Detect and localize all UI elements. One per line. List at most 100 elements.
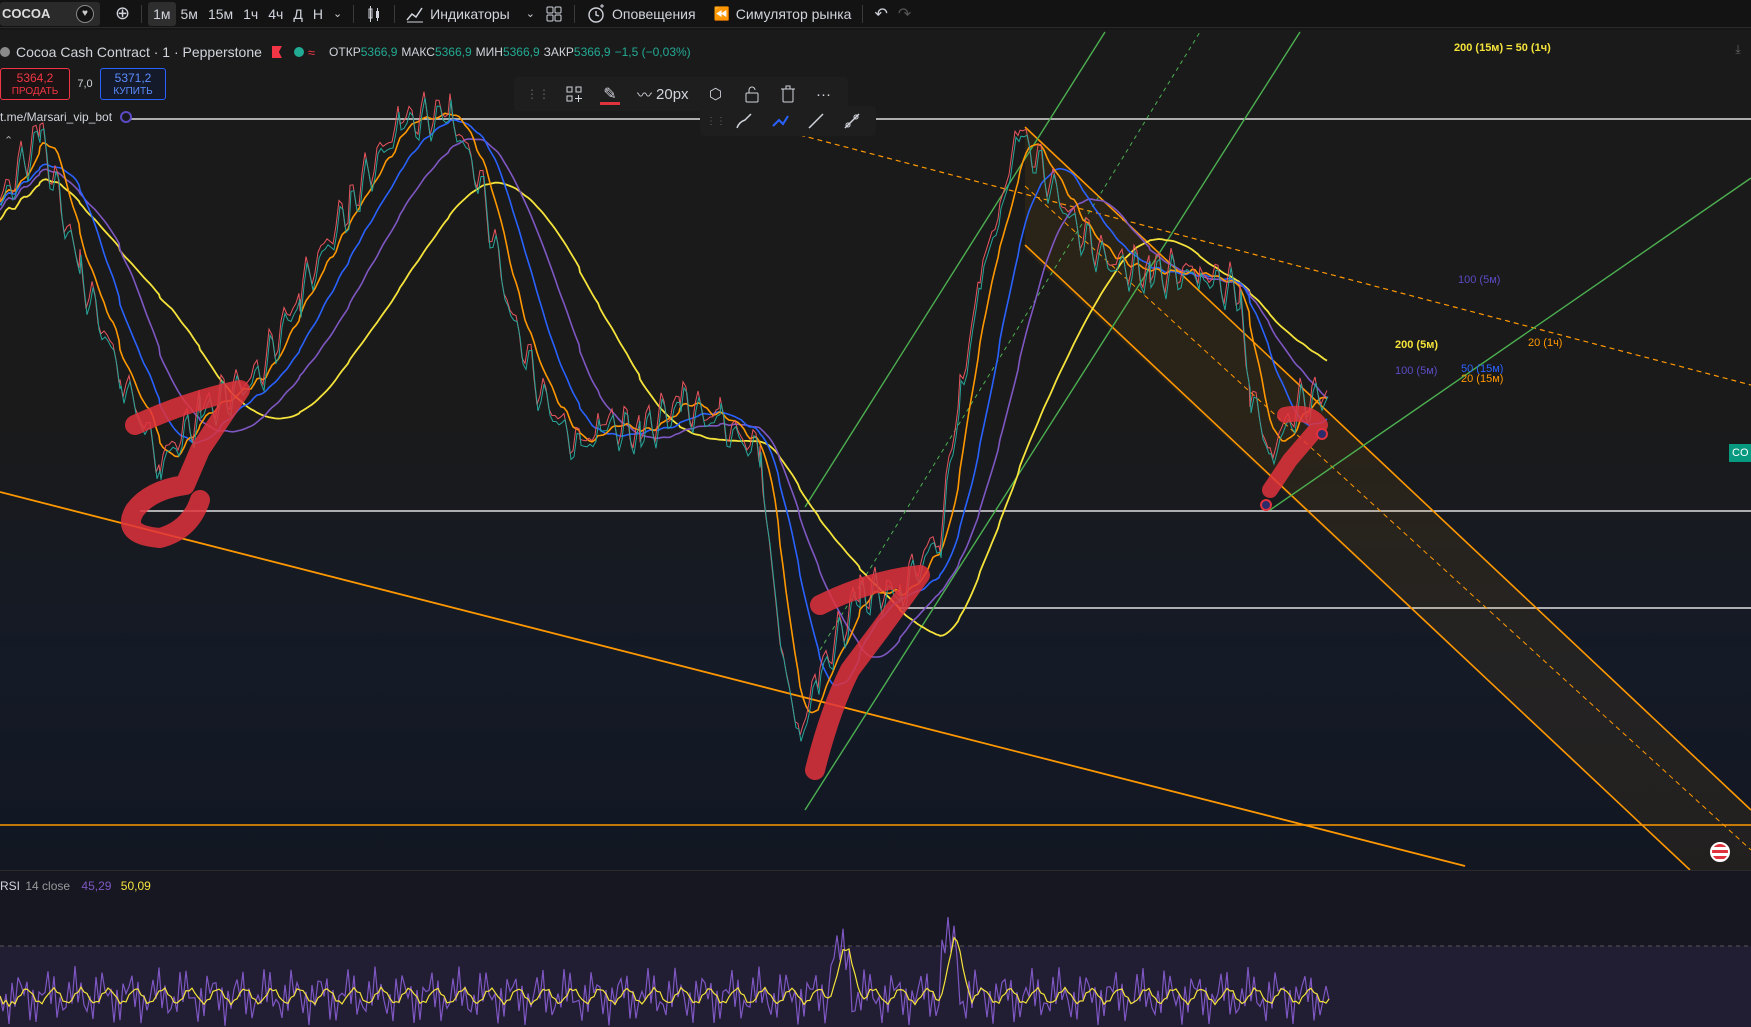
indicators-label: Индикаторы (430, 5, 510, 22)
sell-price: 5364,2 (16, 71, 54, 85)
price-chart[interactable] (0, 30, 1751, 870)
interval-1h[interactable]: 1ч (238, 2, 263, 26)
text-drawing-label[interactable]: t.me/Marsari_vip_bot (0, 110, 133, 124)
separator (862, 4, 864, 23)
green-trendline (1269, 177, 1751, 511)
brush-color-icon[interactable]: ✎ (595, 79, 625, 109)
anchor-point (1316, 428, 1328, 440)
rsi-pane[interactable]: RSI 14 close 45,29 50,09 (0, 870, 1751, 1027)
low-value: 5366,9 (502, 45, 540, 59)
interval-15m[interactable]: 15м (203, 2, 238, 26)
replay-label: Симулятор рынка (735, 5, 852, 22)
indicators-button[interactable]: Индикаторы (401, 2, 515, 26)
settings-icon[interactable]: ⬡ (701, 79, 731, 109)
more-icon[interactable]: ··· (809, 79, 839, 109)
top-toolbar: COCOA ♥ ⊕ 1м 5м 15м 1ч 4ч Д Н ⌄ Индикато… (0, 0, 1751, 28)
replay-button[interactable]: ⏪ Симулятор рынка (709, 2, 857, 26)
collapse-chevron-icon[interactable]: ⌃ (4, 134, 13, 147)
candles-chart-type-button[interactable] (360, 2, 388, 26)
lock-icon[interactable] (737, 79, 767, 109)
grid-icon (546, 6, 562, 21)
brush-arrow-annotation (805, 565, 930, 780)
symbol-name: COCOA (2, 6, 51, 21)
rsi-value-1: 45,29 (81, 879, 112, 893)
link-text: t.me/Marsari_vip_bot (0, 110, 113, 124)
dashed-trendline (799, 134, 1751, 386)
price-line-red (0, 91, 1328, 736)
label-20-1h: 20 (1ч) (1528, 337, 1563, 349)
chart-legend: Cocoa Cash Contract · 1 · Pepperstone ≈ … (0, 42, 691, 62)
label-100-5m-top: 100 (5м) (1458, 274, 1501, 286)
rsi-canvas (0, 917, 1751, 1027)
indicators-icon (406, 7, 424, 22)
line-width-label: 20px (656, 85, 689, 103)
interval-day[interactable]: Д (288, 2, 307, 26)
alerts-label: Оповещения (611, 5, 696, 22)
eq-icon: ≈ (307, 44, 316, 60)
sync-icon (120, 111, 133, 123)
spread-value: 7,0 (77, 78, 93, 90)
rewind-icon: ⏪ (713, 5, 730, 21)
anchor-point (1260, 499, 1272, 511)
flag-icon[interactable] (271, 46, 282, 58)
interval-1m[interactable]: 1м (148, 1, 176, 26)
symbol-search[interactable]: COCOA ♥ (0, 1, 100, 26)
symbol-logo-icon (0, 47, 10, 57)
sell-button[interactable]: 5364,2 ПРОДАТЬ (0, 68, 70, 100)
separator (353, 4, 355, 23)
interval-5m[interactable]: 5м (176, 2, 203, 26)
alarm-clock-icon (588, 3, 604, 23)
trash-icon[interactable] (773, 79, 803, 109)
line-width-button[interactable]: 〰 20px (631, 79, 695, 109)
label-200-5m: 200 (5м) (1395, 339, 1438, 351)
separator (573, 4, 575, 23)
rsi-legend: RSI 14 close 45,29 50,09 (0, 879, 151, 893)
legend-title[interactable]: Cocoa Cash Contract · 1 · Pepperstone (16, 44, 262, 60)
indicators-dropdown-chevron-icon[interactable]: ⌄ (521, 2, 540, 26)
rsi-label[interactable]: RSI (0, 879, 20, 893)
add-symbol-button[interactable]: ⊕ (110, 2, 135, 26)
layout-grid-button[interactable] (540, 2, 568, 26)
rsi-value-2: 50,09 (120, 879, 151, 893)
drag-handle-icon[interactable]: ⋮⋮ (706, 107, 726, 135)
close-value: 5366,9 (573, 45, 611, 59)
brush-tool-icon[interactable] (729, 107, 759, 135)
descending-channel-fill (1025, 127, 1751, 870)
highlighter-tool-icon[interactable] (765, 107, 795, 135)
last-price-tag: CO (1729, 444, 1751, 462)
drag-handle-icon[interactable]: ⋮⋮ (523, 79, 553, 109)
us-flag-icon[interactable] (1710, 842, 1730, 862)
path-tool-icon[interactable] (837, 107, 867, 135)
candles-icon (368, 5, 380, 22)
high-label: МАКС (401, 45, 435, 59)
channel-upper-line (1024, 126, 1751, 811)
template-icon[interactable] (559, 79, 589, 109)
trendline-tool-icon[interactable] (801, 107, 831, 135)
scroll-to-end-icon[interactable]: ⤓ (1729, 42, 1747, 60)
buy-price: 5371,2 (114, 71, 152, 85)
low-label: МИН (475, 45, 503, 59)
trade-buttons: 5364,2 ПРОДАТЬ 7,0 5371,2 КУПИТЬ (0, 68, 166, 100)
ma-orange-line (0, 112, 1328, 714)
market-status-icon (293, 47, 304, 57)
high-value: 5366,9 (434, 45, 472, 59)
open-label: ОТКР (329, 45, 361, 59)
interval-4h[interactable]: 4ч (263, 2, 288, 26)
open-value: 5366,9 (360, 45, 398, 59)
undo-button[interactable]: ↶ (869, 2, 892, 26)
label-20-15m: 20 (15м) (1461, 373, 1504, 385)
shield-icon[interactable]: ♥ (76, 4, 94, 23)
separator (394, 4, 396, 23)
interval-week[interactable]: Н (308, 2, 328, 26)
alerts-button[interactable]: Оповещения (581, 2, 701, 26)
drawing-tools-subbar: ⋮⋮ (700, 106, 876, 136)
buy-button[interactable]: 5371,2 КУПИТЬ (100, 68, 166, 100)
sell-label: ПРОДАТЬ (11, 86, 59, 97)
interval-dropdown-chevron-icon[interactable]: ⌄ (328, 2, 347, 26)
brush-arrow-annotation (121, 380, 250, 548)
chart-canvas[interactable] (0, 30, 1751, 870)
close-label: ЗАКР (543, 45, 574, 59)
redo-button[interactable]: ↷ (893, 2, 916, 26)
label-100-5m: 100 (5м) (1395, 365, 1438, 377)
line-width-icon: 〰 (637, 86, 653, 104)
